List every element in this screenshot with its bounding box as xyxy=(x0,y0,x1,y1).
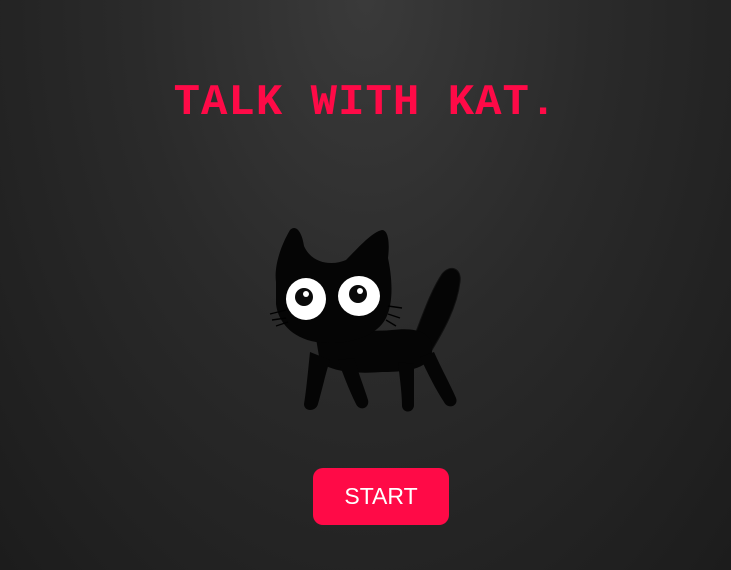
cat-leg-front-left xyxy=(304,352,330,410)
cat-leg-back-right xyxy=(420,352,457,407)
black-cat-icon xyxy=(269,227,461,412)
start-button[interactable]: START xyxy=(313,468,449,525)
page-title: TALK WITH KAT. xyxy=(173,78,558,128)
cat-leg-back-left xyxy=(398,362,414,412)
